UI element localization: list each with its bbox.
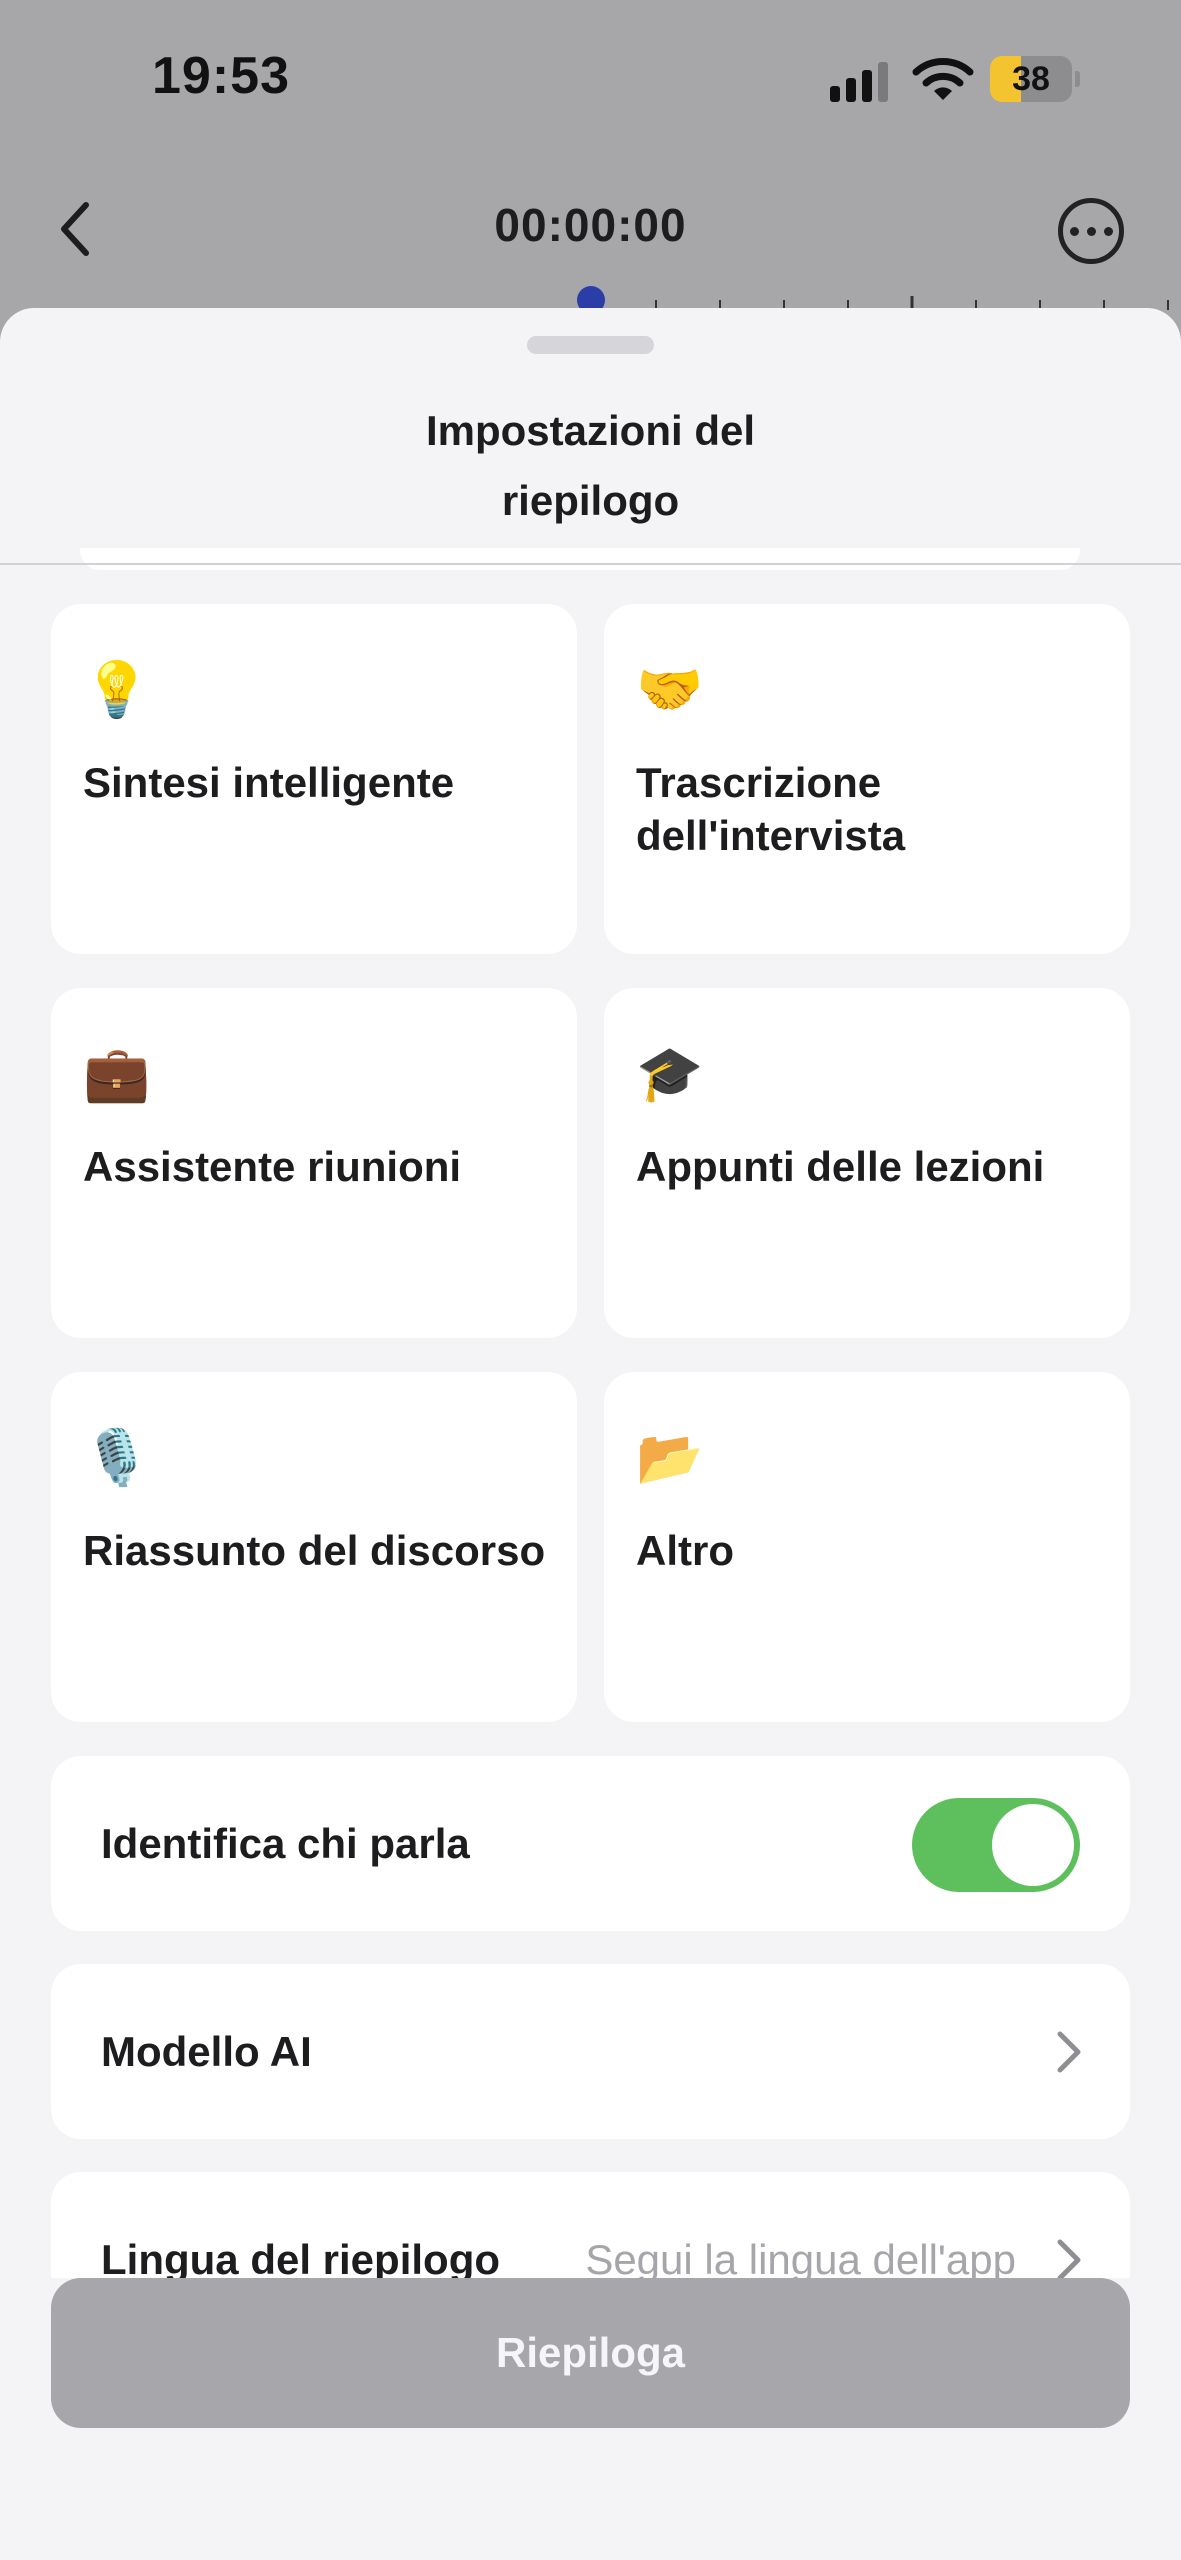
sheet-grabber[interactable] (527, 336, 654, 354)
folder-icon: 📂 (636, 1428, 704, 1488)
sheet-divider (0, 563, 1181, 565)
template-card-lecture[interactable]: 🎓 Appunti delle lezioni (604, 988, 1130, 1338)
speaker-identification-label: Identifica chi parla (101, 1820, 470, 1867)
briefcase-icon: 💼 (83, 1044, 151, 1104)
template-card-other[interactable]: 📂 Altro (604, 1372, 1130, 1722)
template-label: Altro (636, 1527, 734, 1574)
template-card-smart-summary[interactable]: 💡 Sintesi intelligente (51, 604, 577, 954)
template-card-speech[interactable]: 🎙️ Riassunto del discorso (51, 1372, 577, 1722)
graduation-cap-icon: 🎓 (636, 1044, 704, 1104)
chevron-right-icon (1057, 2239, 1081, 2281)
toggle-knob (992, 1804, 1074, 1886)
template-label: Trascrizione dell'intervista (636, 759, 906, 859)
template-card-interview[interactable]: 🤝 Trascrizione dell'intervista (604, 604, 1130, 954)
microphone-icon: 🎙️ (83, 1428, 151, 1488)
speaker-identification-row: Identifica chi parla (51, 1756, 1130, 1931)
summarize-button[interactable]: Riepiloga (51, 2278, 1130, 2428)
speaker-identification-toggle[interactable] (912, 1798, 1080, 1892)
recording-timer: 00:00:00 (494, 199, 687, 251)
battery-percentage: 38 (1012, 60, 1050, 98)
more-options-button[interactable] (1058, 198, 1124, 264)
summary-settings-sheet: Impostazioni del riepilogo 💡 Sintesi int… (0, 308, 1181, 2560)
status-time: 19:53 (152, 47, 290, 105)
template-label: Assistente riunioni (83, 1143, 462, 1190)
template-label: Riassunto del discorso (83, 1527, 546, 1574)
scrolled-card-edge (80, 548, 1080, 570)
template-card-meeting[interactable]: 💼 Assistente riunioni (51, 988, 577, 1338)
more-dots-icon (1069, 226, 1079, 236)
template-label: Sintesi intelligente (83, 759, 455, 806)
wifi-icon (912, 58, 974, 100)
battery-indicator: 38 (990, 56, 1080, 102)
chevron-right-icon (1057, 2031, 1081, 2073)
cellular-signal-icon (830, 62, 888, 102)
ai-model-row[interactable]: Modello AI (51, 1964, 1130, 2139)
ai-model-label: Modello AI (101, 2028, 312, 2075)
handshake-icon: 🤝 (636, 660, 704, 720)
lightbulb-icon: 💡 (83, 660, 151, 720)
sheet-title: Impostazioni del riepilogo (425, 407, 756, 524)
template-label: Appunti delle lezioni (636, 1143, 1045, 1190)
